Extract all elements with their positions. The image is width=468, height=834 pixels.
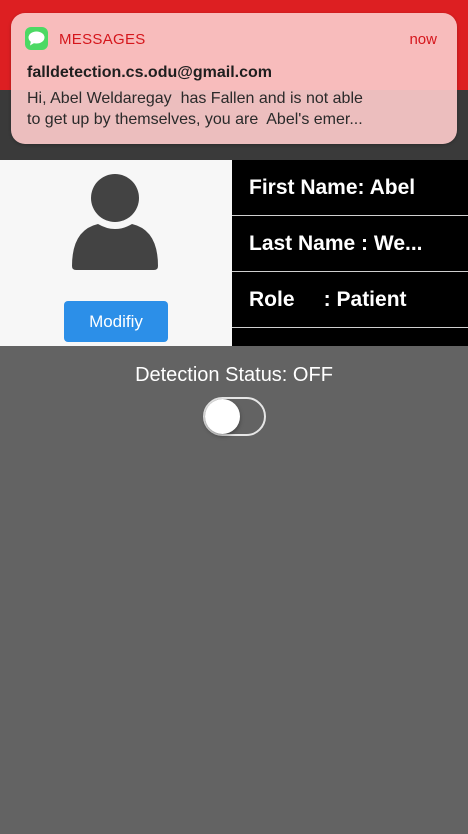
detection-status-label: Detection Status: OFF bbox=[135, 364, 333, 386]
message-notification-banner[interactable]: MESSAGES now falldetection.cs.odu@gmail.… bbox=[11, 13, 457, 144]
user-silhouette-icon bbox=[72, 174, 158, 270]
last-name-row: Last Name : We... bbox=[232, 216, 468, 272]
notification-time: now bbox=[409, 31, 437, 48]
patient-info-panel: First Name: Abel Last Name : We... Role … bbox=[232, 160, 468, 346]
first-name-row: First Name: Abel bbox=[232, 160, 468, 216]
role-text: Role : Patient bbox=[249, 288, 407, 311]
modify-button[interactable]: Modifiy bbox=[64, 301, 168, 342]
notification-sender: falldetection.cs.odu@gmail.com bbox=[27, 64, 272, 81]
notification-body: Hi, Abel Weldaregay has Fallen and is no… bbox=[27, 90, 363, 128]
notification-app-name: MESSAGES bbox=[59, 31, 146, 48]
detection-toggle[interactable] bbox=[203, 397, 266, 436]
role-row: Role : Patient bbox=[232, 272, 468, 328]
messages-bubble-icon bbox=[25, 27, 48, 50]
profile-card: Modifiy bbox=[0, 160, 232, 346]
first-name-text: First Name: Abel bbox=[249, 176, 416, 199]
toggle-knob[interactable] bbox=[205, 399, 240, 434]
notification-header: MESSAGES now bbox=[25, 27, 439, 51]
last-name-text: Last Name : We... bbox=[249, 232, 423, 255]
